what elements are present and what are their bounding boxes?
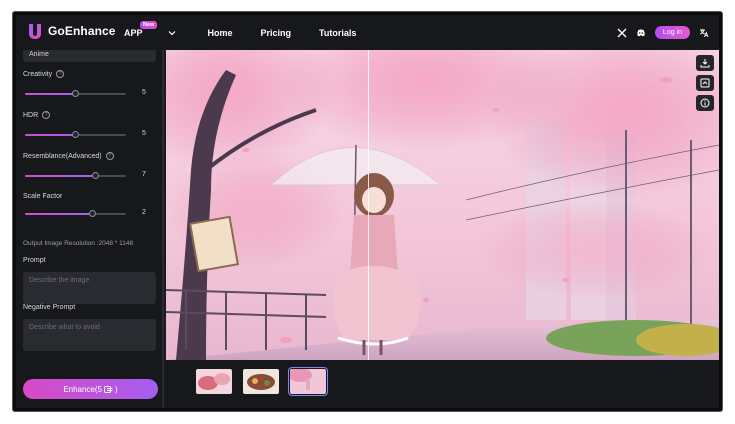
negative-prompt-input[interactable]: Describe what to avoid (23, 319, 156, 351)
sidebar-scrollbar[interactable] (162, 50, 164, 408)
hdr-slider[interactable] (25, 131, 126, 138)
main-nav: APP New Home Pricing Tutorials (124, 15, 384, 50)
brand-name: GoEnhance (48, 24, 116, 38)
image-preview[interactable] (166, 50, 719, 360)
slider-handle[interactable] (72, 131, 79, 138)
resemblance-slider[interactable] (25, 172, 126, 179)
scale-label-row: Scale Factor (23, 193, 62, 200)
brand-logo[interactable]: GoEnhance (27, 22, 116, 40)
creativity-label: Creativity (23, 70, 53, 78)
compare-icon (700, 78, 710, 88)
history-thumbnails (166, 360, 719, 408)
image-toolbar (696, 55, 714, 111)
slider-fill (25, 134, 76, 136)
credits-icon (104, 385, 113, 393)
thumbnail-image (243, 369, 279, 394)
enhance-close-paren: ) (115, 384, 118, 394)
chevron-down-icon (168, 30, 175, 35)
x-icon[interactable] (617, 28, 627, 38)
slider-fill (25, 175, 96, 177)
anime-cherry-blossom-image (166, 50, 719, 360)
login-button[interactable]: Log in (654, 26, 690, 39)
slider-handle[interactable] (89, 210, 97, 217)
discord-icon[interactable] (636, 28, 646, 38)
help-icon[interactable]: ? (56, 70, 65, 78)
creativity-slider[interactable] (25, 90, 126, 97)
style-select[interactable]: Anime (23, 50, 156, 62)
resemblance-label-row: Resemblance(Advanced) ? (23, 152, 114, 160)
creativity-label-row: Creativity ? (23, 70, 65, 78)
enhance-label: Enhance(5 (63, 384, 103, 394)
top-navbar: GoEnhance APP New Home Pricing Tutorials… (16, 15, 719, 50)
new-badge: New (140, 20, 158, 29)
download-icon (700, 59, 710, 68)
info-icon (700, 98, 710, 108)
slider-handle[interactable] (72, 90, 79, 97)
thumbnail-image (196, 369, 232, 394)
scale-factor-label: Scale Factor (23, 193, 63, 200)
help-icon[interactable]: ? (105, 152, 114, 160)
prompt-label: Prompt (23, 257, 46, 264)
hdr-value: 5 (142, 130, 146, 137)
scale-factor-slider[interactable] (25, 210, 126, 217)
nav-pricing[interactable]: Pricing (261, 28, 292, 38)
header-actions: Log in (617, 15, 709, 50)
thumbnail[interactable] (196, 369, 232, 394)
thumbnail-image (290, 369, 326, 394)
slider-fill (25, 213, 93, 215)
scale-factor-value: 2 (142, 209, 146, 216)
slider-fill (25, 93, 76, 95)
resemblance-value: 7 (142, 171, 146, 178)
settings-sidebar: Anime Creativity ? 5 HDR ? 5 Resemblance… (16, 50, 164, 408)
compare-button[interactable] (696, 75, 714, 91)
info-button[interactable] (696, 95, 714, 111)
slider-handle[interactable] (92, 172, 100, 179)
output-resolution: Output Image Resolution :2048 * 1148 (23, 240, 134, 247)
nav-home[interactable]: Home (208, 28, 233, 38)
prompt-input[interactable]: Describe the image (23, 272, 156, 304)
hdr-label-row: HDR ? (23, 111, 51, 119)
resemblance-label: Resemblance(Advanced) (23, 152, 102, 160)
enhance-button[interactable]: Enhance(5 ) (23, 379, 158, 399)
thumbnail[interactable] (243, 369, 279, 394)
nav-tutorials[interactable]: Tutorials (319, 28, 356, 38)
goenhance-logo-icon (29, 24, 41, 39)
help-icon[interactable]: ? (42, 111, 51, 119)
download-button[interactable] (696, 55, 714, 71)
nav-app-label: APP (124, 27, 143, 38)
creativity-value: 5 (142, 89, 146, 96)
compare-divider[interactable] (368, 50, 369, 360)
thumbnail-selected[interactable] (288, 367, 328, 396)
translate-icon[interactable] (699, 28, 709, 38)
app-window: GoEnhance APP New Home Pricing Tutorials… (13, 12, 722, 411)
hdr-label: HDR (23, 111, 39, 119)
negative-prompt-label: Negative Prompt (23, 304, 76, 311)
nav-app-menu[interactable]: APP New (124, 20, 176, 38)
